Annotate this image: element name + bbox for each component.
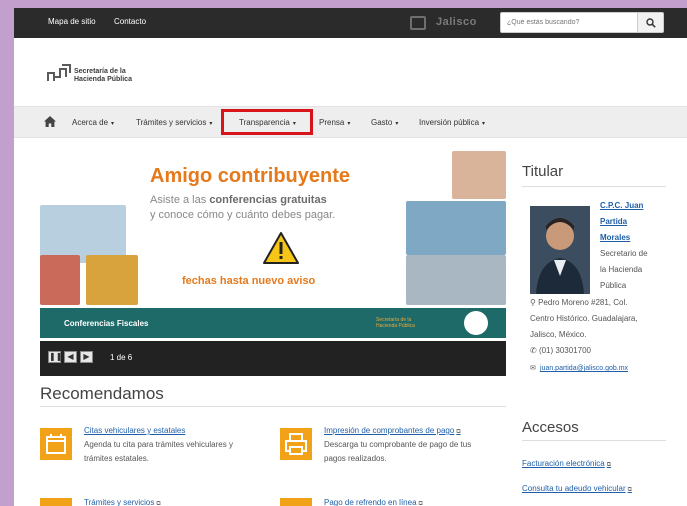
secretaria-logo[interactable]: Secretaría de la Hacienda Pública <box>46 63 186 93</box>
rec-desc-comprobantes: Descarga tu comprobante de pago de tus pa… <box>324 440 472 463</box>
nav-item-tramites[interactable]: Trámites y servicios ▾ <box>136 118 212 127</box>
rec-link-tramites[interactable]: Trámites y servicios ⧉ <box>84 498 161 506</box>
browser-page: Mapa de sitio Contacto Jalisco Secretarí… <box>14 8 687 506</box>
home-icon[interactable] <box>44 116 56 127</box>
doctor-photo <box>406 255 506 305</box>
site-map-link[interactable]: Mapa de sitio <box>48 17 96 26</box>
search-button[interactable] <box>637 12 664 33</box>
contact-link[interactable]: Contacto <box>114 17 146 26</box>
jalisco-emblem-icon <box>410 16 426 30</box>
nav-item-prensa[interactable]: Prensa ▾ <box>319 118 350 127</box>
secretary-name-link-3[interactable]: Morales <box>600 233 630 242</box>
brand-line-2: Hacienda Pública <box>74 76 132 83</box>
warning-icon <box>263 232 299 264</box>
jalisco-logo[interactable]: Jalisco <box>410 14 480 32</box>
rec-link-comprobantes[interactable]: Impresión de comprobantes de pago ⧉ <box>324 426 461 436</box>
address-line-1: ⚲ Pedro Moreno #281, Col. <box>530 298 628 307</box>
document-icon[interactable] <box>40 498 72 506</box>
role-line-3: Pública <box>600 281 627 290</box>
caption-brand: Secretaría de la Hacienda Pública <box>376 317 415 329</box>
hacienda-emblem-icon <box>47 64 71 81</box>
external-link-icon: ⧉ <box>156 501 161 506</box>
rec-link-refrendo[interactable]: Pago de refrendo en línea ⧉ <box>324 498 423 506</box>
prev-button[interactable]: ◀ <box>64 351 77 363</box>
carousel-controls: ❚❚ ◀ ▶ 1 de 6 <box>40 341 506 376</box>
role-line-1: Secretario de <box>600 249 648 258</box>
external-link-icon: ⧉ <box>606 462 612 468</box>
role-line-2: la Hacienda <box>600 265 643 274</box>
nav-item-gasto[interactable]: Gasto ▾ <box>371 118 398 127</box>
caption-bar: Conferencias Fiscales Secretaría de la Ha… <box>40 308 506 338</box>
students-photo <box>406 201 506 255</box>
divider <box>522 186 666 187</box>
envelope-icon: ✉ <box>530 365 536 372</box>
divider <box>522 440 666 441</box>
phone-icon: ✆ <box>530 346 537 355</box>
caret-down-icon: ▾ <box>111 121 115 127</box>
portrait-figure <box>536 218 584 294</box>
highlight-box <box>221 109 313 135</box>
email-link[interactable]: juan.partida@jalisco.gob.mx <box>540 365 628 372</box>
banner-subtitle-1: Asiste a las conferencias gratuitas <box>150 194 327 206</box>
caret-down-icon: ▾ <box>347 121 351 127</box>
banner-subtitle-2: y conoce cómo y cuánto debes pagar. <box>150 209 336 221</box>
banner-title: Amigo contribuyente <box>150 165 351 187</box>
address-line-3: Jalisco, México. <box>530 330 587 339</box>
worker-photo <box>86 255 138 305</box>
jalisco-seal-icon <box>464 311 488 335</box>
search-icon <box>646 18 656 28</box>
search-input[interactable] <box>500 12 638 33</box>
calendar-icon[interactable] <box>40 428 72 460</box>
address-line-2: Centro Histórico. Guadalajara, <box>530 314 638 323</box>
divider <box>40 406 506 407</box>
banner-dates: fechas hasta nuevo aviso <box>182 275 316 287</box>
caret-down-icon: ▾ <box>482 121 486 127</box>
rec-link-citas[interactable]: Citas vehiculares y estatales <box>84 426 185 435</box>
secretary-name-link-1[interactable]: C.P.C. Juan <box>600 201 643 210</box>
nav-item-acerca[interactable]: Acerca de ▾ <box>72 118 114 127</box>
top-bar: Mapa de sitio Contacto Jalisco <box>14 8 687 38</box>
family-photo <box>40 255 80 305</box>
printer-glyph <box>285 433 307 455</box>
caret-down-icon: ▾ <box>209 121 213 127</box>
secretary-portrait <box>530 206 590 294</box>
accesos-heading: Accesos <box>522 419 579 436</box>
external-link-icon: ⧉ <box>627 487 632 493</box>
brand-line-1: Secretaría de la <box>74 68 126 75</box>
phone-line: ✆ (01) 30301700 <box>530 346 591 355</box>
banner-carousel[interactable]: Amigo contribuyente Asiste a las confere… <box>40 151 506 376</box>
recomendamos-heading: Recomendamos <box>40 384 164 403</box>
external-link-icon: ⧉ <box>456 429 461 435</box>
student-photo <box>452 151 506 199</box>
payment-icon[interactable] <box>280 498 312 506</box>
titular-heading: Titular <box>522 163 564 180</box>
map-marker-icon: ⚲ <box>530 298 536 307</box>
slide-caption: Conferencias Fiscales <box>64 319 149 328</box>
rec-desc-citas: Agenda tu cita para trámites vehiculares… <box>84 440 233 463</box>
printer-icon[interactable] <box>280 428 312 460</box>
jalisco-logo-text: Jalisco <box>436 16 477 28</box>
main-nav: Acerca de ▾ Trámites y servicios ▾ Transpa… <box>14 106 687 138</box>
pause-button[interactable]: ❚❚ <box>48 351 62 363</box>
secretary-name-link-2[interactable]: Partida <box>600 217 627 226</box>
acceso-adeudo-link[interactable]: Consulta tu adeudo vehicular ⧉ <box>522 484 632 494</box>
external-link-icon: ⧉ <box>418 501 423 506</box>
nav-item-inversion[interactable]: Inversión pública ▾ <box>419 118 485 127</box>
caret-down-icon: ▾ <box>395 121 399 127</box>
next-button[interactable]: ▶ <box>80 351 93 363</box>
calendar-glyph <box>46 434 66 454</box>
slide-counter: 1 de 6 <box>110 353 133 362</box>
acceso-facturacion-link[interactable]: Facturación electrónica ⧉ <box>522 459 611 469</box>
